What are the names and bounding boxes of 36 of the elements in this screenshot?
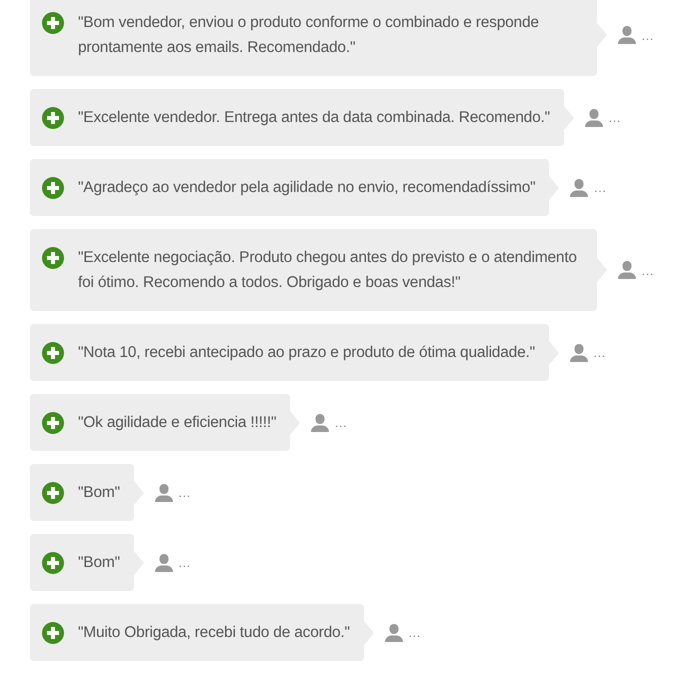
user-icon bbox=[568, 342, 589, 362]
user-icon bbox=[617, 260, 637, 280]
comment-text: "Bom" bbox=[78, 483, 120, 503]
comment-text: "Excelente vendedor. Entrega antes da data combinada. Recomendo." bbox=[78, 108, 550, 128]
comment-text: "Muito Obrigada, recebi tudo de acordo." bbox=[78, 623, 350, 643]
user-icon bbox=[569, 178, 590, 198]
author-name: … bbox=[178, 555, 191, 570]
user-icon bbox=[310, 412, 330, 432]
comment-text: "Nota 10, recebi antecipado ao prazo e produto de ótima qualidade." bbox=[78, 343, 535, 363]
plus-icon bbox=[42, 412, 64, 434]
plus-icon bbox=[42, 107, 64, 129]
author-name: … bbox=[641, 262, 654, 278]
plus-icon bbox=[42, 247, 64, 269]
author-name: … bbox=[608, 110, 621, 125]
plus-icon bbox=[42, 177, 64, 199]
comment-text: "Excelente negociação. Produto chegou antes do previsto e o atendimento foi ótimo. Recomendo a todos. Obrigado e boas vendas!" bbox=[78, 248, 578, 293]
author-name: … bbox=[593, 180, 606, 195]
author-name: … bbox=[408, 625, 421, 640]
author-name: … bbox=[178, 485, 191, 500]
plus-icon bbox=[42, 552, 64, 574]
user-icon bbox=[584, 108, 604, 128]
comment-text: "Bom" bbox=[78, 553, 120, 573]
plus-icon bbox=[42, 482, 64, 504]
author-name: … bbox=[334, 415, 348, 430]
plus-icon bbox=[42, 12, 64, 34]
comment-text: "Agradeço ao vendedor pela agilidade no envio, recomendadíssimo" bbox=[78, 178, 536, 198]
author-name: … bbox=[641, 28, 654, 42]
plus-icon bbox=[42, 622, 64, 644]
author-name: … bbox=[592, 345, 606, 360]
user-icon bbox=[384, 622, 404, 642]
plus-icon bbox=[42, 342, 64, 364]
comment-text: "Ok agilidade e eficiencia !!!!!" bbox=[78, 413, 276, 433]
user-icon bbox=[154, 482, 174, 502]
user-icon bbox=[154, 552, 174, 572]
user-icon bbox=[617, 25, 637, 45]
comment-text: "Bom vendedor, enviou o produto conforme o combinado e responde prontamente aos emails. Recomendado." bbox=[78, 13, 540, 58]
